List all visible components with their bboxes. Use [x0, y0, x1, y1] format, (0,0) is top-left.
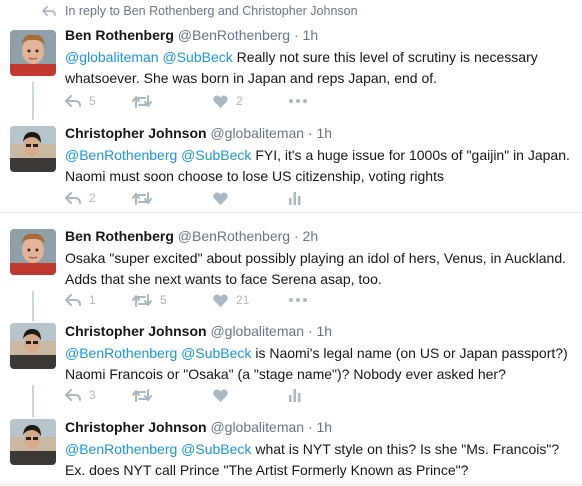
more-action[interactable] — [289, 298, 307, 302]
display-name[interactable]: Christopher Johnson — [65, 323, 207, 339]
tweet-header: Ben Rothenberg @BenRothenberg · 1h — [65, 27, 318, 43]
reply-icon — [65, 293, 81, 306]
tweet[interactable]: Christopher Johnson @globaliteman · 1h @… — [0, 323, 582, 408]
retweet-icon — [132, 191, 152, 205]
divider — [0, 484, 582, 485]
reply-action[interactable]: 5 — [65, 94, 132, 108]
reply-action[interactable]: 2 — [65, 191, 132, 205]
like-count: 2 — [236, 94, 243, 108]
mention-link[interactable]: @BenRothenberg @SubBeck — [65, 441, 251, 457]
tweet-text: @globaliteman @SubBeck Really not sure t… — [65, 47, 575, 89]
handle[interactable]: @globaliteman — [210, 323, 304, 339]
retweet-action[interactable] — [132, 191, 213, 205]
reply-icon — [65, 191, 81, 204]
handle[interactable]: @globaliteman — [210, 419, 304, 435]
divider — [0, 212, 582, 213]
reply-arrow-icon — [42, 5, 56, 16]
reply-icon — [65, 94, 81, 107]
avatar[interactable] — [10, 229, 56, 275]
retweet-action[interactable]: 5 — [132, 293, 213, 307]
tweet-text: @BenRothenberg @SubBeck what is NYT styl… — [65, 439, 575, 481]
tweet-header: Ben Rothenberg @BenRothenberg · 2h — [65, 228, 318, 244]
tweet[interactable]: Ben Rothenberg @BenRothenberg · 1h @glob… — [0, 27, 582, 112]
avatar[interactable] — [10, 126, 56, 172]
more-icon — [289, 298, 307, 302]
more-action[interactable] — [289, 99, 307, 103]
reply-count: 2 — [89, 191, 96, 205]
heart-icon — [213, 94, 228, 108]
like-count: 21 — [236, 293, 250, 307]
separator: · — [307, 323, 313, 339]
retweet-count: 5 — [160, 293, 167, 307]
tweet[interactable]: Christopher Johnson @globaliteman · 1h @… — [0, 125, 582, 210]
avatar[interactable] — [10, 323, 56, 369]
retweet-icon — [132, 94, 152, 108]
avatar[interactable] — [10, 419, 56, 465]
analytics-icon — [289, 388, 301, 402]
handle[interactable]: @BenRothenberg — [178, 228, 290, 244]
more-icon — [289, 99, 307, 103]
tweet-text: @BenRothenberg @SubBeck is Naomi's legal… — [65, 343, 575, 385]
tweet-header: Christopher Johnson @globaliteman · 1h — [65, 125, 332, 141]
retweet-action[interactable] — [132, 388, 213, 402]
separator: · — [307, 419, 313, 435]
reply-icon — [65, 388, 81, 401]
heart-icon — [213, 388, 228, 402]
display-name[interactable]: Christopher Johnson — [65, 125, 207, 141]
timestamp[interactable]: 1h — [317, 323, 333, 339]
reply-context: In reply to Ben Rothenberg and Christoph… — [42, 4, 358, 18]
timestamp[interactable]: 1h — [317, 125, 333, 141]
heart-icon — [213, 293, 228, 307]
separator: · — [293, 27, 299, 43]
mention-link[interactable]: @globaliteman @SubBeck — [65, 49, 233, 65]
reply-prefix: In reply to — [65, 4, 120, 18]
reply-count: 3 — [89, 388, 96, 402]
like-action[interactable]: 21 — [213, 293, 289, 307]
display-name[interactable]: Ben Rothenberg — [65, 228, 174, 244]
analytics-icon — [289, 191, 301, 205]
tweet-actions: 3 — [65, 387, 301, 403]
avatar[interactable] — [10, 30, 56, 76]
tweet-body: Osaka "super excited" about possibly pla… — [65, 250, 567, 287]
retweet-icon — [132, 293, 152, 307]
heart-icon — [213, 191, 228, 205]
timestamp[interactable]: 1h — [317, 419, 333, 435]
tweet-text: @BenRothenberg @SubBeck FYI, it's a huge… — [65, 145, 575, 187]
reply-action[interactable]: 3 — [65, 388, 132, 402]
display-name[interactable]: Christopher Johnson — [65, 419, 207, 435]
reply-names[interactable]: Ben Rothenberg and Christopher Johnson — [123, 4, 357, 18]
timestamp[interactable]: 2h — [303, 228, 319, 244]
tweet-actions: 5 2 — [65, 93, 307, 109]
reply-count: 5 — [89, 94, 96, 108]
reply-action[interactable]: 1 — [65, 293, 132, 307]
tweet[interactable]: Christopher Johnson @globaliteman · 1h @… — [0, 419, 582, 483]
mention-link[interactable]: @BenRothenberg @SubBeck — [65, 345, 251, 361]
like-action[interactable] — [213, 191, 289, 205]
tweet-text: Osaka "super excited" about possibly pla… — [65, 248, 575, 290]
separator: · — [307, 125, 313, 141]
mention-link[interactable]: @BenRothenberg @SubBeck — [65, 147, 251, 163]
tweet-header: Christopher Johnson @globaliteman · 1h — [65, 419, 332, 435]
retweet-icon — [132, 388, 152, 402]
like-action[interactable] — [213, 388, 289, 402]
tweet[interactable]: Ben Rothenberg @BenRothenberg · 2h Osaka… — [0, 228, 582, 313]
timestamp[interactable]: 1h — [303, 27, 319, 43]
tweet-actions: 2 — [65, 190, 301, 206]
reply-count: 1 — [89, 293, 96, 307]
display-name[interactable]: Ben Rothenberg — [65, 27, 174, 43]
tweet-header: Christopher Johnson @globaliteman · 1h — [65, 323, 332, 339]
handle[interactable]: @BenRothenberg — [178, 27, 290, 43]
handle[interactable]: @globaliteman — [210, 125, 304, 141]
like-action[interactable]: 2 — [213, 94, 289, 108]
retweet-action[interactable] — [132, 94, 213, 108]
tweet-actions: 1 5 21 — [65, 292, 307, 308]
analytics-action[interactable] — [289, 191, 301, 205]
analytics-action[interactable] — [289, 388, 301, 402]
separator: · — [293, 228, 299, 244]
